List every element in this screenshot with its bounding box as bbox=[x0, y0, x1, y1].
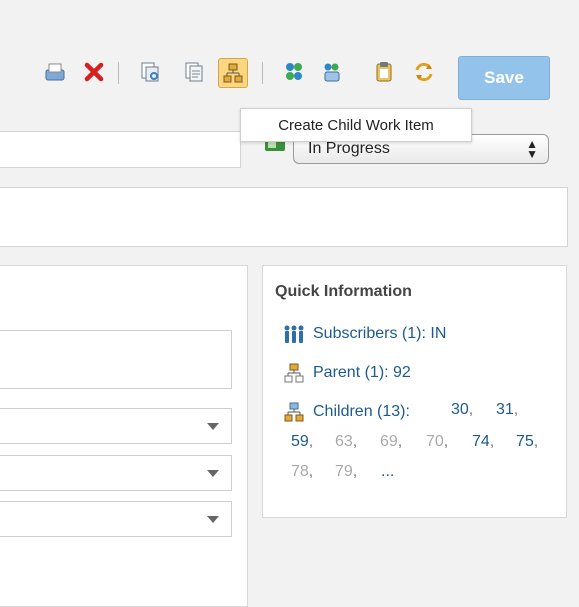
parent-text: Parent (1): 92 bbox=[313, 364, 411, 381]
separator-comma: , bbox=[513, 401, 519, 418]
status-value: In Progress bbox=[308, 140, 390, 157]
create-child-work-item-icon[interactable] bbox=[218, 58, 248, 88]
duplicate-icon[interactable] bbox=[180, 58, 208, 86]
clipboard-icon[interactable] bbox=[370, 58, 398, 86]
separator-comma: , bbox=[308, 433, 314, 450]
separator-comma: , bbox=[443, 433, 449, 450]
tooltip: Create Child Work Item bbox=[240, 108, 472, 142]
dropdown-arrow-icon bbox=[207, 423, 219, 430]
description-field[interactable] bbox=[0, 187, 568, 247]
select-arrows-icon: ▲ ▼ bbox=[526, 137, 538, 161]
delete-icon[interactable] bbox=[80, 58, 108, 86]
child-link-69[interactable]: 69, bbox=[380, 433, 402, 451]
team-sync-icon[interactable] bbox=[318, 58, 346, 86]
dropdown-arrow-icon bbox=[207, 516, 219, 523]
more-children-link[interactable]: ... bbox=[381, 463, 394, 481]
details-dropdown-3[interactable] bbox=[0, 501, 232, 537]
children-label: Children (13): bbox=[313, 403, 410, 420]
separator-comma: , bbox=[489, 433, 495, 450]
subscribers-group-icon bbox=[283, 323, 305, 345]
child-link-74[interactable]: 74, bbox=[472, 433, 494, 451]
child-link-75[interactable]: 75, bbox=[516, 433, 538, 451]
print-icon[interactable] bbox=[41, 58, 69, 86]
separator-comma: , bbox=[397, 433, 403, 450]
separator-comma: , bbox=[352, 433, 358, 450]
details-dropdown-1[interactable] bbox=[0, 408, 232, 444]
child-link-59[interactable]: 59, bbox=[291, 433, 313, 451]
quick-information-panel: Quick Information Subscribers (1): IN Pa… bbox=[262, 265, 567, 518]
children-hierarchy-icon bbox=[283, 401, 305, 423]
quick-information-title: Quick Information bbox=[275, 283, 412, 300]
child-link-63[interactable]: 63, bbox=[335, 433, 357, 451]
toolbar-separator bbox=[118, 62, 119, 84]
separator-comma: , bbox=[352, 463, 358, 480]
separator-comma: , bbox=[308, 463, 314, 480]
details-input[interactable] bbox=[0, 330, 232, 389]
separator-comma: , bbox=[533, 433, 539, 450]
child-link-70[interactable]: 70, bbox=[426, 433, 448, 451]
subscribers-link[interactable]: Subscribers (1): IN bbox=[283, 323, 446, 345]
details-dropdown-2[interactable] bbox=[0, 455, 232, 491]
subscribers-text: Subscribers (1): IN bbox=[313, 325, 447, 342]
copy-link-icon[interactable] bbox=[136, 58, 164, 86]
child-link-79[interactable]: 79, bbox=[335, 463, 357, 481]
summary-field[interactable] bbox=[0, 131, 241, 168]
save-button[interactable]: Save bbox=[458, 56, 550, 100]
children-label-row[interactable]: Children (13): bbox=[283, 401, 410, 423]
child-link-31[interactable]: 31, bbox=[496, 401, 518, 419]
child-link-78[interactable]: 78, bbox=[291, 463, 313, 481]
toolbar-separator bbox=[262, 62, 263, 84]
dropdown-arrow-icon bbox=[207, 470, 219, 477]
parent-hierarchy-icon bbox=[283, 362, 305, 384]
refresh-icon[interactable] bbox=[410, 58, 438, 86]
child-link-30[interactable]: 30, bbox=[451, 401, 473, 419]
separator-comma: , bbox=[468, 401, 474, 418]
subscribers-icon[interactable] bbox=[280, 58, 308, 86]
parent-link[interactable]: Parent (1): 92 bbox=[283, 362, 411, 384]
